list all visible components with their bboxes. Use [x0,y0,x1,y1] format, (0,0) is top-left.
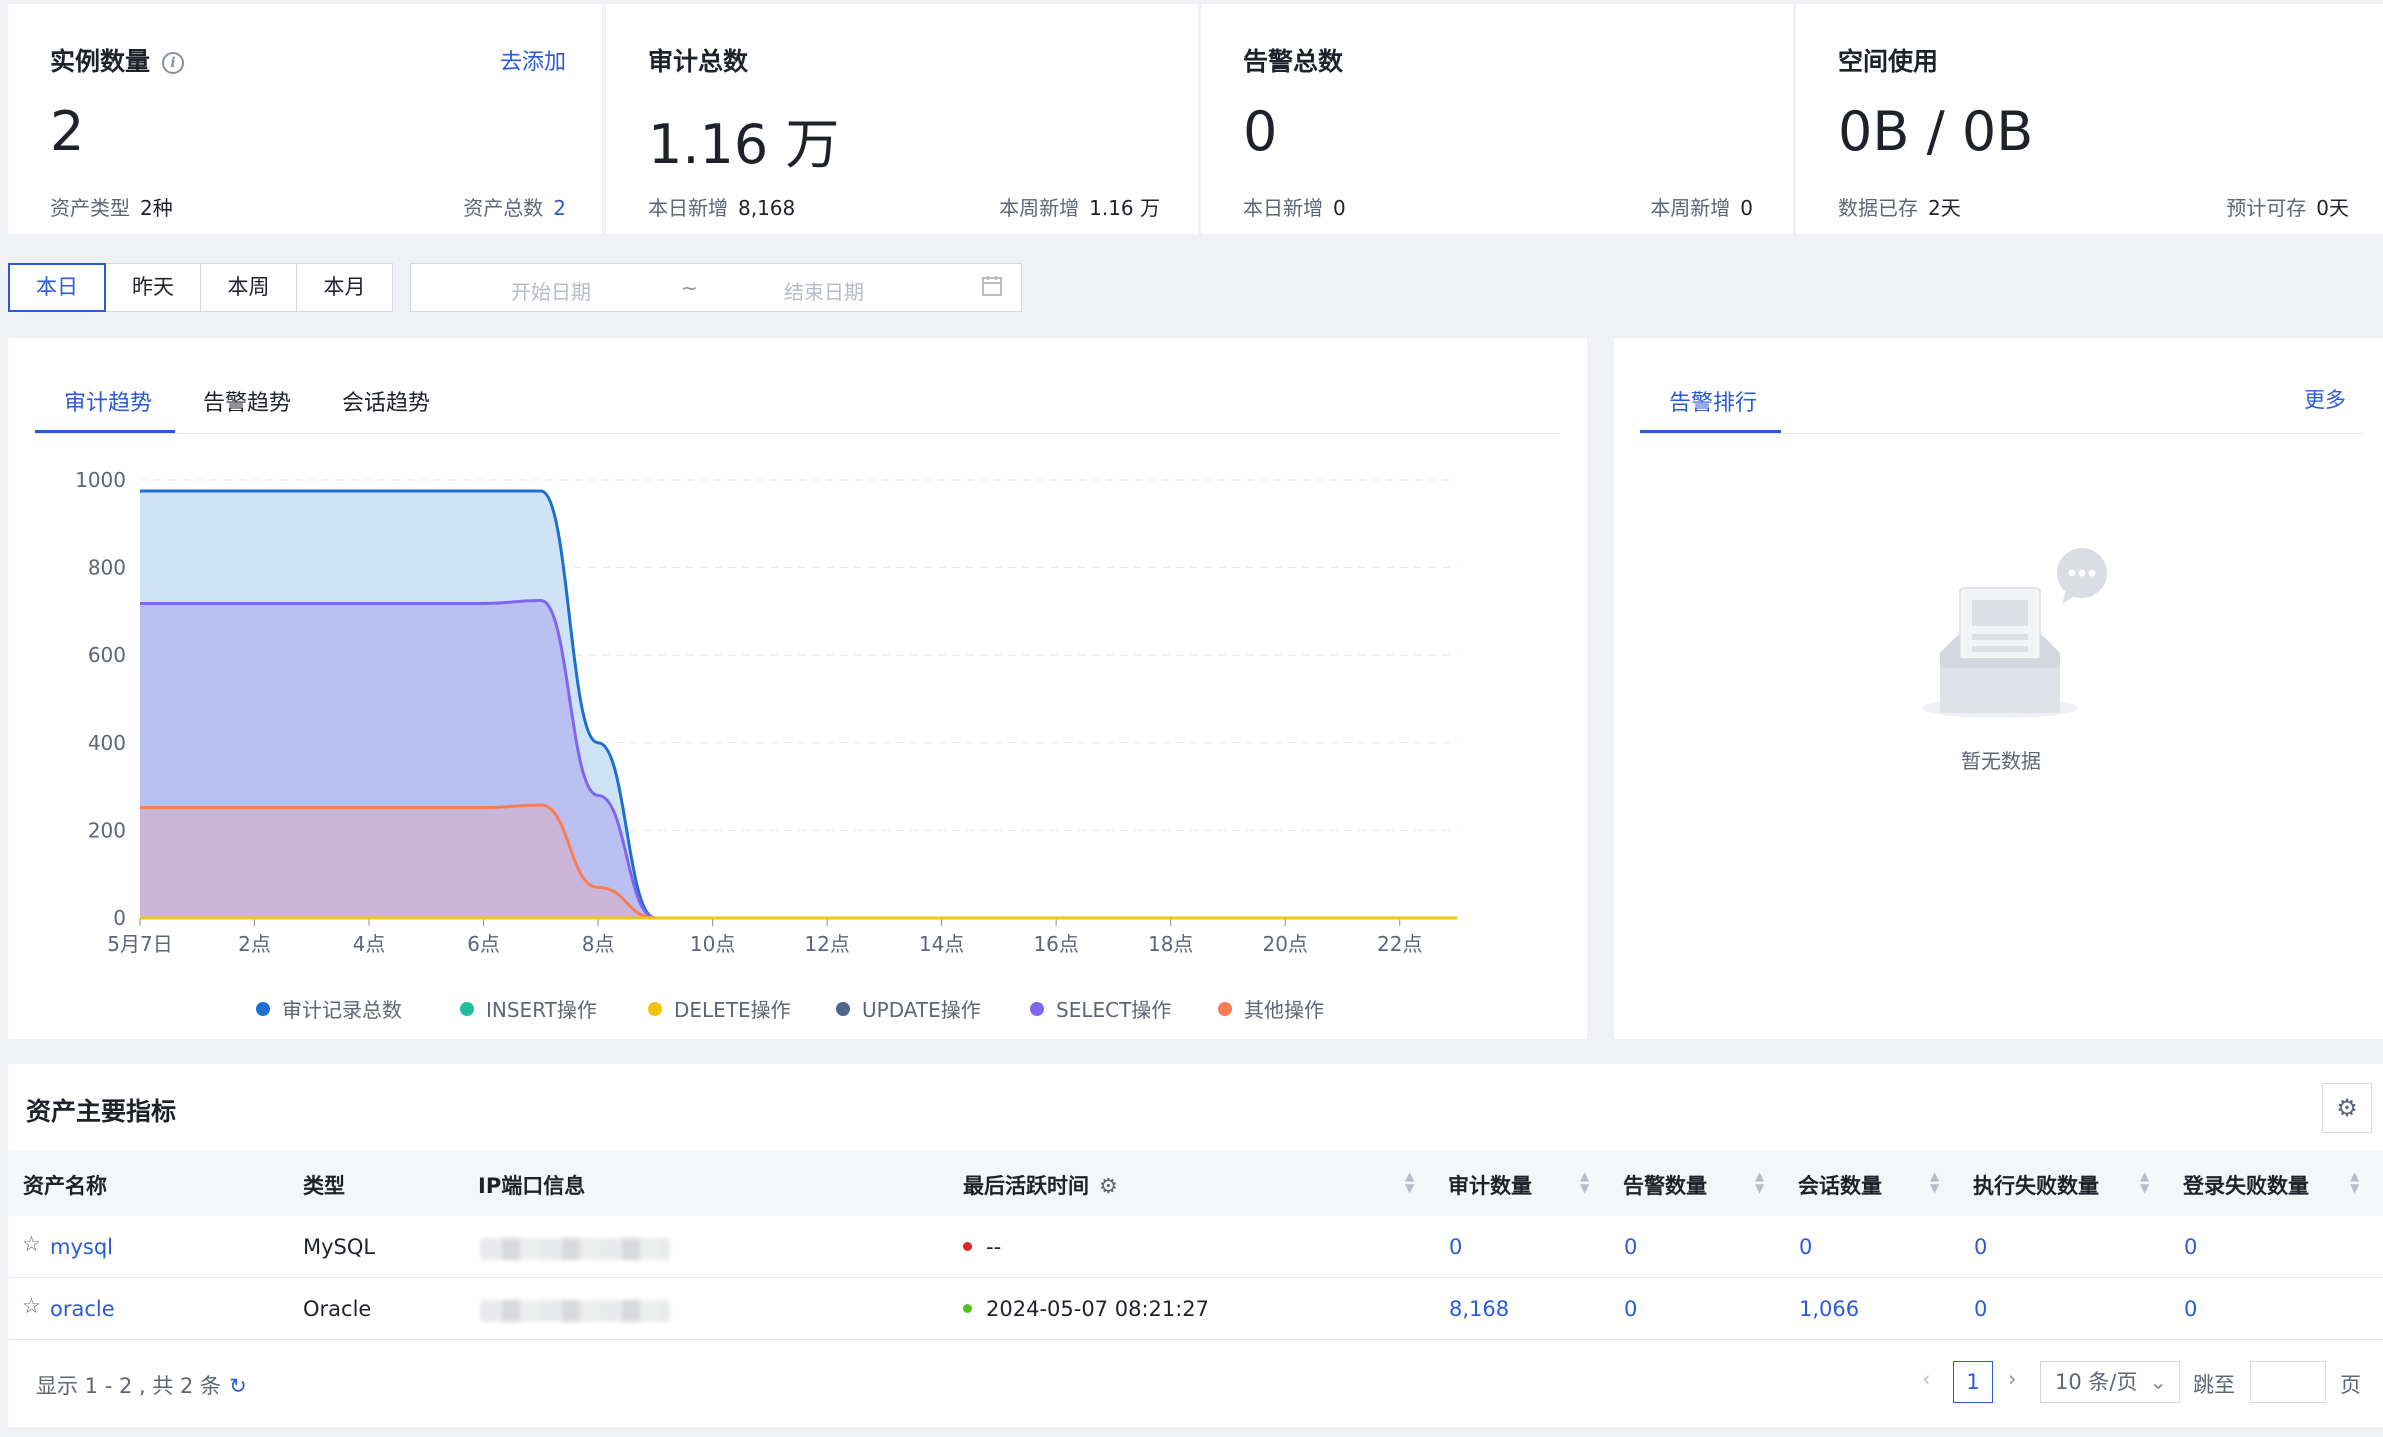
col-exec-fail-count[interactable]: 执行失败数量 [1973,1170,2099,1200]
y-tick-label: 600 [88,643,126,667]
session-count[interactable]: 0 [1799,1235,1812,1259]
star-icon[interactable]: ☆ [22,1294,41,1318]
next-page-icon[interactable]: › [2008,1367,2016,1391]
tab-divider [1640,433,2364,434]
series-area [140,804,1457,918]
session-count[interactable]: 1,066 [1799,1297,1859,1321]
x-tick-label: 12点 [804,932,849,956]
asset-type: MySQL [303,1235,376,1259]
col-ip-port: IP端口信息 [478,1174,586,1198]
jump-label: 跳至 [2193,1373,2235,1397]
exec-fail-count[interactable]: 0 [1974,1235,1987,1259]
audit-count[interactable]: 0 [1449,1235,1462,1259]
asset-name-link[interactable]: oracle [50,1297,115,1321]
last-active: -- [963,1235,1001,1259]
stat-sub-left: 数据已存 2天 [1838,196,1961,220]
x-tick-label: 18点 [1148,932,1193,956]
alert-count[interactable]: 0 [1624,1235,1637,1259]
x-tick-label: 22点 [1377,932,1422,956]
asset-name-link[interactable]: mysql [50,1235,113,1259]
x-tick-label: 2点 [238,932,271,956]
sort-icon[interactable]: ▲ ▼ [2140,1170,2149,1194]
status-dot [963,1242,972,1251]
x-tick-label: 10点 [690,932,735,956]
col-asset-name: 资产名称 [23,1174,107,1198]
page-size-select[interactable]: 10 条/页 ⌄ [2040,1361,2180,1403]
x-tick-label: 14点 [919,932,964,956]
exec-fail-count[interactable]: 0 [1974,1297,1987,1321]
stat-card-storage: 空间使用 0B / 0B 数据已存 2天 预计可存 0天 [1796,4,2383,234]
x-tick-label: 16点 [1033,932,1078,956]
audit-trend-chart: 0 200 400 600 800 1000 5月7日 2点 4点 6点 8点 10点 12点 14点 16… [75,468,1457,956]
col-login-fail-count[interactable]: 登录失败数量 [2183,1170,2309,1200]
y-tick-label: 1000 [75,468,126,492]
login-fail-count[interactable]: 0 [2184,1297,2197,1321]
legend-item[interactable]: 其他操作 [1218,994,1324,1023]
col-last-active[interactable]: 最后活跃时间 ⚙ [963,1170,1118,1200]
col-alert-count[interactable]: 告警数量 [1623,1170,1707,1200]
empty-text: 暂无数据 [1961,749,2041,773]
prev-page-icon[interactable]: ‹ [1922,1367,1930,1391]
gear-icon: ⚙ [2336,1094,2358,1122]
chevron-down-icon: ⌄ [2149,1370,2167,1394]
last-active: 2024-05-07 08:21:27 [963,1297,1209,1321]
alert-count[interactable]: 0 [1624,1297,1637,1321]
status-dot [963,1304,972,1313]
sort-icon[interactable]: ▲ ▼ [1580,1170,1589,1194]
pagination-summary: 显示 1 - 2 , 共 2 条 ↻ [36,1374,247,1398]
page-suffix-label: 页 [2340,1373,2361,1397]
redacted-ip [480,1238,670,1260]
more-link[interactable]: 更多 [2304,384,2346,414]
y-tick-label: 200 [88,818,126,842]
x-tick-label: 8点 [582,932,615,956]
col-type: 类型 [303,1174,345,1198]
page-1-button[interactable]: 1 [1953,1361,1993,1403]
stat-sub-right: 本周新增 0 [1650,196,1753,220]
tab-alert-ranking[interactable]: 告警排行 [1669,385,1757,417]
stat-value: 0B / 0B [1838,100,2034,163]
x-tick-label: 4点 [353,932,386,956]
gear-icon[interactable]: ⚙ [1099,1174,1118,1198]
legend-item[interactable]: 审计记录总数 [256,994,402,1023]
refresh-icon[interactable]: ↻ [229,1374,247,1398]
y-tick-label: 0 [113,906,126,930]
x-tick-label: 6点 [467,932,500,956]
y-tick-label: 400 [88,731,126,755]
sort-icon[interactable]: ▲ ▼ [1930,1170,1939,1194]
star-icon[interactable]: ☆ [22,1232,41,1256]
audit-count[interactable]: 8,168 [1449,1297,1509,1321]
sort-icon[interactable]: ▲ ▼ [1405,1170,1414,1194]
col-session-count[interactable]: 会话数量 [1798,1170,1882,1200]
range-today-button[interactable]: 本日 [8,263,106,312]
table-title: 资产主要指标 [26,1097,177,1126]
stat-title: 空间使用 [1838,47,1939,76]
login-fail-count[interactable]: 0 [2184,1235,2197,1259]
col-audit-count[interactable]: 审计数量 [1448,1170,1532,1200]
y-tick-label: 800 [88,556,126,580]
asset-type: Oracle [303,1297,372,1321]
legend-item[interactable]: UPDATE操作 [836,994,981,1023]
table-settings-button[interactable]: ⚙ [2322,1083,2372,1133]
legend-item[interactable]: SELECT操作 [1030,994,1171,1023]
redacted-ip [480,1300,670,1322]
legend-item[interactable]: DELETE操作 [648,994,791,1023]
legend-item[interactable]: INSERT操作 [460,994,597,1023]
sort-icon[interactable]: ▲ ▼ [2350,1170,2359,1194]
sort-icon[interactable]: ▲ ▼ [1755,1170,1764,1194]
jump-page-input[interactable] [2250,1361,2326,1403]
x-tick-label: 20点 [1262,932,1307,956]
x-tick-label: 5月7日 [107,932,172,956]
stat-sub-right: 预计可存 0天 [2226,196,2349,220]
empty-inbox-icon [1920,548,2116,727]
